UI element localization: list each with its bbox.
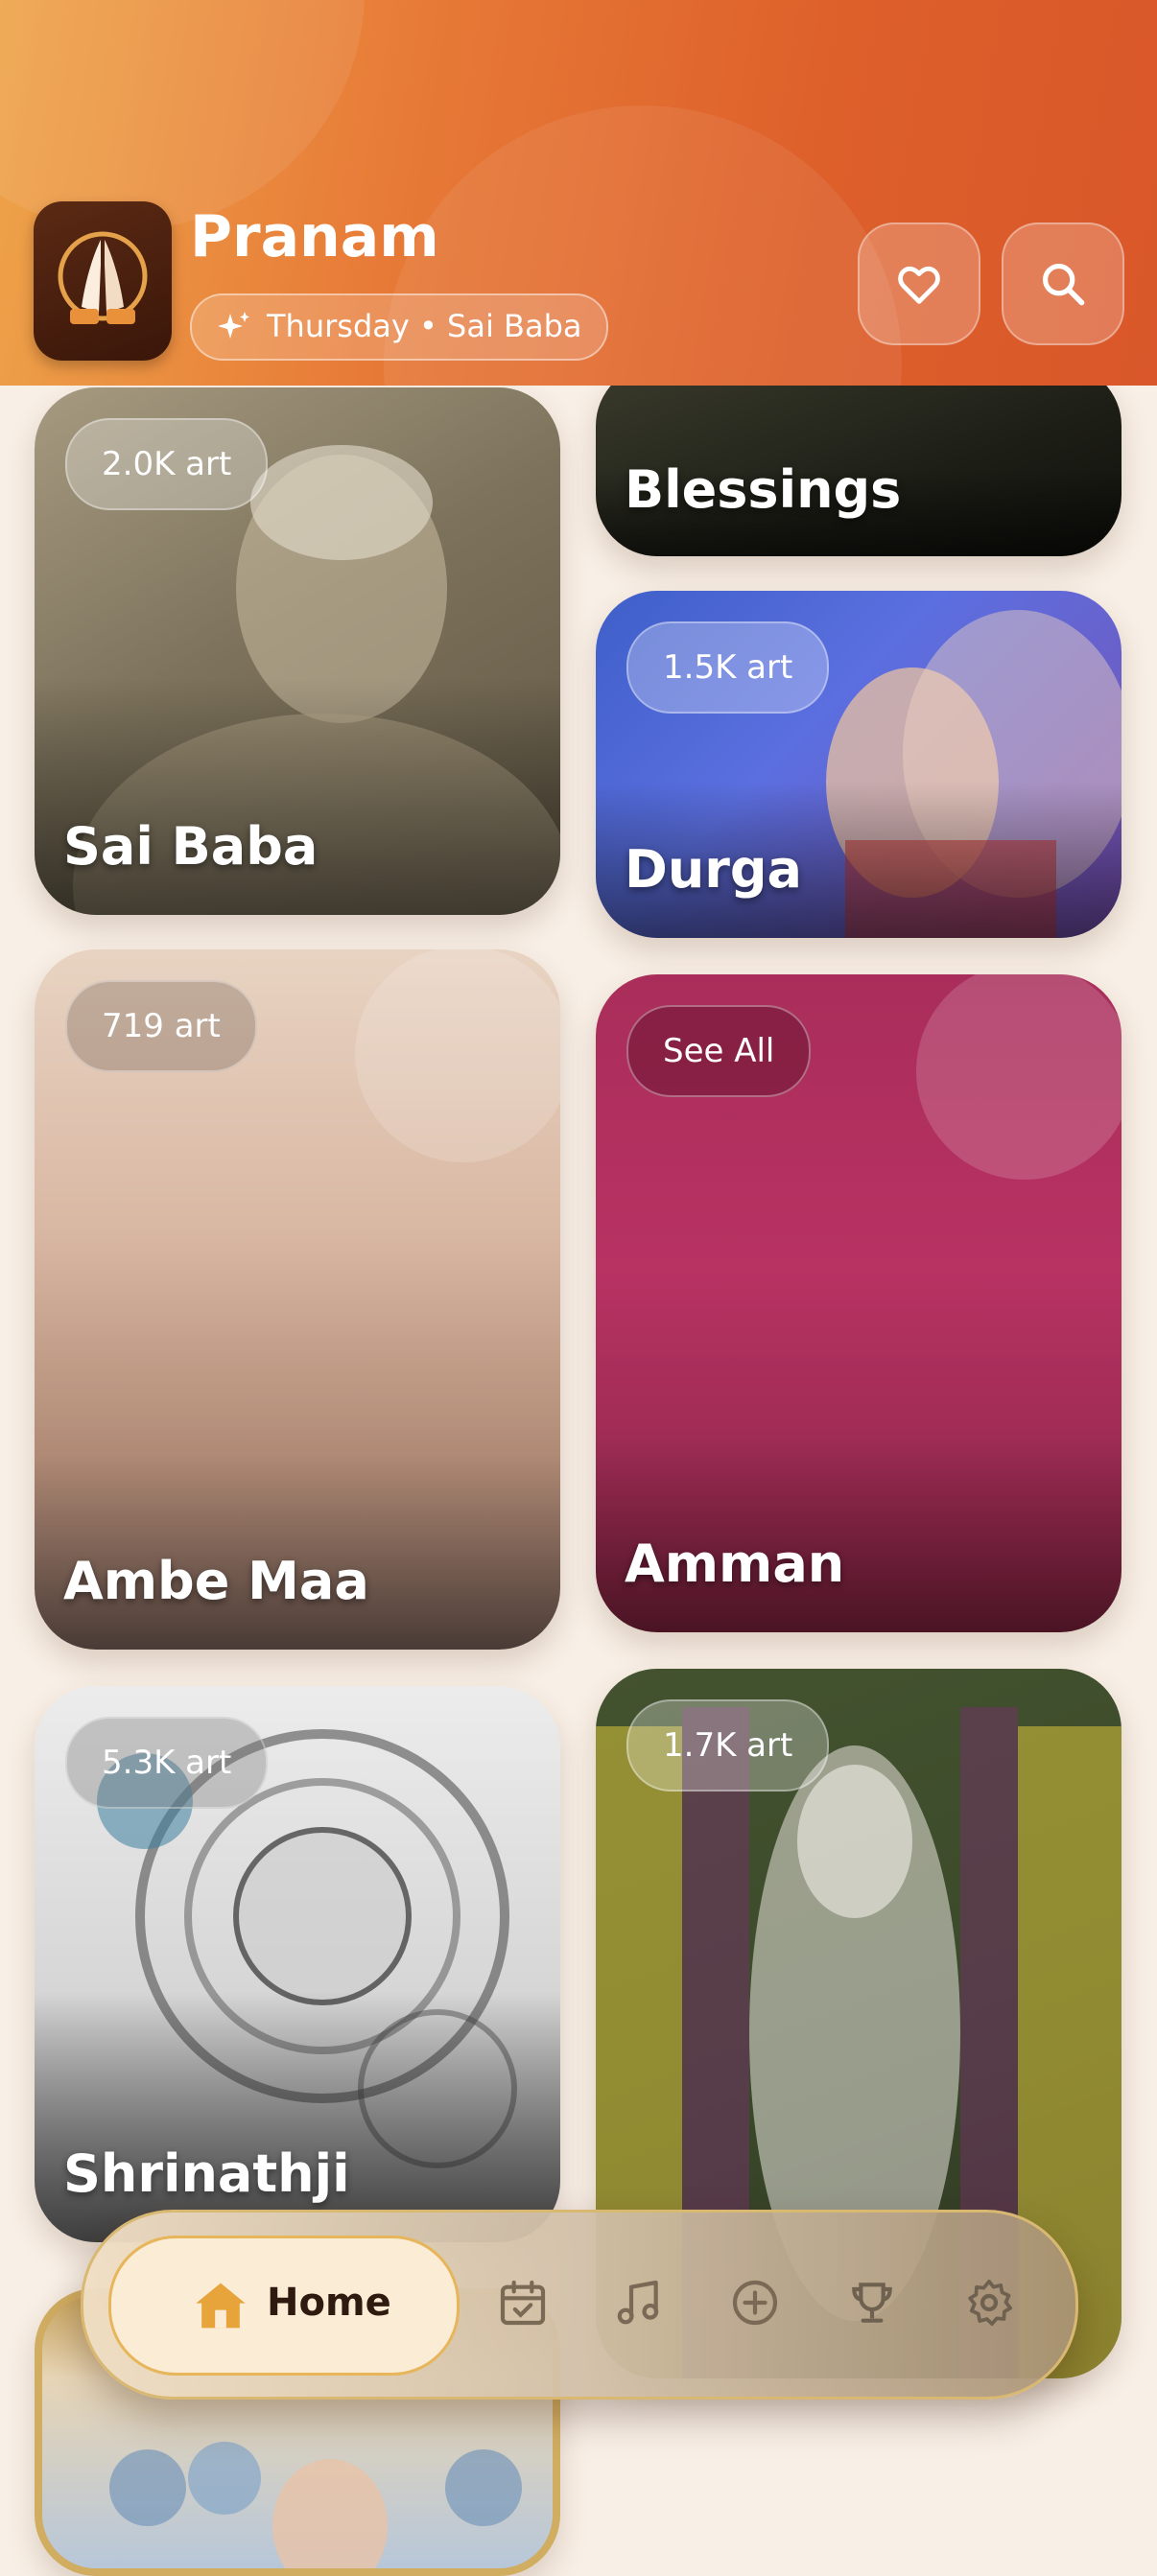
card-ambe-maa[interactable]: 719 art Ambe Maa — [35, 949, 560, 1650]
card-shrinathji[interactable]: 5.3K art Shrinathji — [35, 1686, 560, 2242]
card-blessings[interactable]: Blessings — [596, 364, 1122, 556]
day-deity-label: Thursday • Sai Baba — [267, 308, 582, 344]
app-header: Pranam Thursday • Sai Baba — [0, 0, 1157, 386]
trophy-icon[interactable] — [845, 2276, 899, 2330]
search-button[interactable] — [1002, 222, 1124, 345]
card-scrim — [35, 677, 560, 915]
card-title: Shrinathji — [63, 2143, 350, 2204]
card-sai-baba[interactable]: 2.0K art Sai Baba — [35, 387, 560, 915]
art-count-badge: 2.0K art — [65, 418, 269, 510]
nav-home-tab[interactable]: Home — [108, 2236, 460, 2376]
add-icon[interactable] — [728, 2276, 782, 2330]
card-title: Durga — [625, 839, 802, 900]
card-title: Sai Baba — [63, 816, 319, 877]
favorites-button[interactable] — [858, 222, 980, 345]
card-scrim — [35, 1992, 560, 2242]
see-all-button[interactable]: See All — [626, 1005, 812, 1097]
art-count-badge: 1.7K art — [626, 1699, 830, 1791]
app-logo — [34, 201, 172, 361]
card-title: Blessings — [625, 459, 902, 520]
card-amman[interactable]: See All Amman — [596, 974, 1122, 1632]
card-title: Ambe Maa — [63, 1551, 369, 1611]
sparkle-icon — [218, 312, 249, 339]
app-title: Pranam — [190, 203, 439, 270]
nav-home-label: Home — [267, 2281, 391, 2325]
search-icon — [1042, 263, 1085, 306]
card-title: Amman — [625, 1534, 845, 1594]
bottom-nav-bar: Home — [81, 2210, 1078, 2400]
calendar-icon[interactable] — [496, 2276, 550, 2330]
music-icon[interactable] — [611, 2276, 665, 2330]
art-count-badge: 1.5K art — [626, 621, 830, 714]
decorative-circle — [0, 0, 365, 230]
settings-icon[interactable] — [962, 2276, 1016, 2330]
decorative-circle — [916, 974, 1122, 1180]
decorative-circle — [355, 949, 560, 1162]
heart-icon — [898, 266, 940, 304]
art-count-badge: 5.3K art — [65, 1717, 269, 1809]
home-icon — [196, 2283, 246, 2329]
card-durga[interactable]: 1.5K art Durga — [596, 591, 1122, 938]
art-count-badge: 719 art — [65, 980, 257, 1072]
day-deity-chip[interactable]: Thursday • Sai Baba — [190, 293, 609, 361]
namaste-hands-icon — [58, 231, 148, 324]
